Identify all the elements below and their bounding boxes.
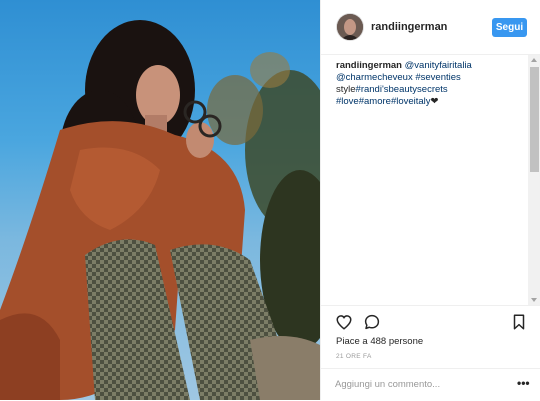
speech-bubble-icon[interactable] [363,313,381,331]
caption-segment: ❤ [430,96,439,107]
heart-outline-icon[interactable] [335,313,353,331]
post-side-panel: randiingerman Segui randiingerman @vanit… [320,0,540,400]
comment-input[interactable] [335,375,485,393]
scroll-thumb[interactable] [530,67,539,172]
caption-link[interactable]: #loveitaly [391,96,431,107]
scroll-up-arrow-icon[interactable] [531,58,537,62]
caption-link[interactable]: @charmecheveux [336,72,413,83]
caption-link[interactable]: #love [336,96,359,107]
username[interactable]: randiingerman [371,21,447,33]
caption-segment: style [336,84,356,95]
post-actions: Piace a 488 persone 21 ORE FA ••• [321,305,540,400]
caption-link[interactable]: @vanityfairitalia [405,60,472,71]
bookmark-icon[interactable] [511,313,527,331]
post-photo[interactable] [0,0,320,400]
likes-count[interactable]: Piace a 488 persone [336,336,423,347]
caption-link[interactable]: #seventies [415,72,460,83]
avatar-image [337,14,363,40]
post-photo-illustration [0,20,320,400]
post-header: randiingerman Segui [321,0,540,55]
scroll-down-arrow-icon[interactable] [531,298,537,302]
comments-scrollbar[interactable] [528,55,540,305]
caption-username[interactable]: randiingerman [336,60,402,71]
follow-button[interactable]: Segui [492,18,527,37]
comment-box: ••• [321,368,540,401]
caption: randiingerman @vanityfairitalia @charmec… [336,60,516,108]
post-timestamp[interactable]: 21 ORE FA [336,353,372,360]
ellipsis-icon[interactable]: ••• [517,377,530,389]
caption-link[interactable]: #amore [359,96,391,107]
avatar[interactable] [337,14,363,40]
caption-link[interactable]: #randi'sbeautysecrets [356,84,448,95]
